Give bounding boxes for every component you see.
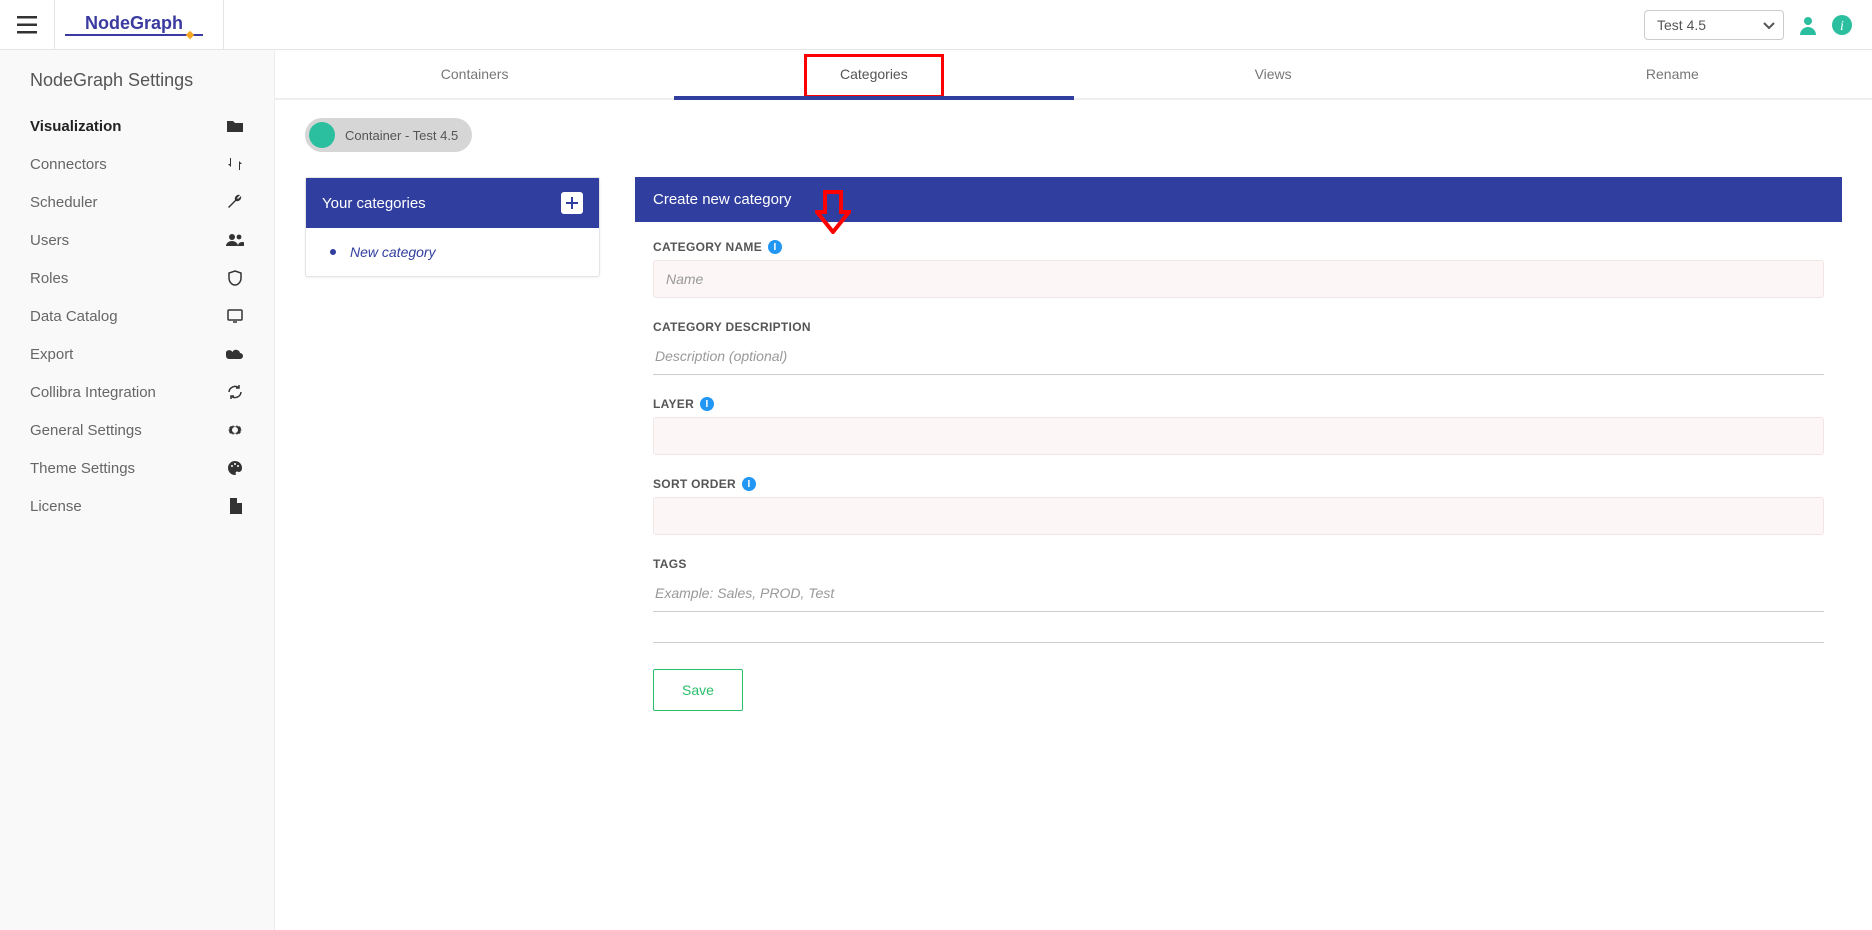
- sort-order-label: Sort Order i: [653, 477, 1824, 491]
- brand-prefix: Node: [85, 13, 130, 33]
- info-icon[interactable]: i: [700, 397, 714, 411]
- wrench-icon: [226, 193, 244, 211]
- cloud-icon: [226, 345, 244, 363]
- tab-categories[interactable]: Categories: [674, 50, 1073, 98]
- tab-label: Views: [1255, 66, 1292, 82]
- tab-label: Categories: [840, 66, 908, 82]
- swap-icon: [226, 155, 244, 173]
- environment-selected-value: Test 4.5: [1657, 17, 1706, 33]
- sync-icon: [226, 383, 244, 401]
- plus-icon: [566, 197, 578, 209]
- category-name-label: Category Name i: [653, 240, 1824, 254]
- sidebar-item-label: Export: [30, 346, 73, 363]
- shield-icon: [226, 269, 244, 287]
- form-divider: [653, 642, 1824, 643]
- tab-containers[interactable]: Containers: [275, 50, 674, 98]
- bullet-icon: [330, 249, 336, 255]
- category-name-input[interactable]: [653, 260, 1824, 298]
- menu-toggle-button[interactable]: [0, 0, 55, 50]
- hamburger-icon: [17, 16, 37, 34]
- user-profile-button[interactable]: [1796, 13, 1820, 37]
- sidebar-item-label: Visualization: [30, 118, 121, 135]
- tags-input[interactable]: [653, 577, 1824, 612]
- environment-select[interactable]: Test 4.5: [1644, 10, 1784, 40]
- tags-label: Tags: [653, 557, 1824, 571]
- folder-icon: [226, 117, 244, 135]
- user-icon: [1798, 15, 1818, 35]
- layer-label: Layer i: [653, 397, 1824, 411]
- sidebar-item-visualization[interactable]: Visualization: [0, 107, 274, 145]
- category-item-label: New category: [350, 244, 436, 260]
- sidebar-item-label: Roles: [30, 270, 68, 287]
- add-category-button[interactable]: [561, 192, 583, 214]
- sidebar-item-label: Collibra Integration: [30, 384, 156, 401]
- top-tabs: Containers Categories Views Rename: [275, 50, 1872, 100]
- svg-text:i: i: [1840, 19, 1844, 34]
- create-category-title: Create new category: [635, 177, 1842, 222]
- sidebar-item-license[interactable]: License: [0, 487, 274, 525]
- sidebar-item-scheduler[interactable]: Scheduler: [0, 183, 274, 221]
- tab-views[interactable]: Views: [1074, 50, 1473, 98]
- your-categories-title: Your categories: [322, 195, 426, 212]
- file-icon: [226, 497, 244, 515]
- main-panel: Containers Categories Views Rename Containe…: [275, 50, 1872, 930]
- category-description-label: Category Description: [653, 320, 1824, 334]
- tab-label: Containers: [441, 66, 509, 82]
- sidebar-item-label: License: [30, 498, 82, 515]
- sidebar-title: NodeGraph Settings: [0, 70, 274, 107]
- gear-icon: [226, 421, 244, 439]
- container-chip-row: Container - Test 4.5: [275, 100, 1872, 152]
- sidebar-item-label: Connectors: [30, 156, 107, 173]
- your-categories-card: Your categories New category: [305, 177, 600, 277]
- brand-suffix: Graph: [130, 13, 183, 33]
- container-chip[interactable]: Container - Test 4.5: [305, 118, 472, 152]
- sidebar-item-connectors[interactable]: Connectors: [0, 145, 274, 183]
- info-icon: i: [1832, 15, 1852, 35]
- app-header: NodeGraph Test 4.5 i: [0, 0, 1872, 50]
- chip-dot-icon: [309, 122, 335, 148]
- sidebar-item-label: General Settings: [30, 422, 142, 439]
- info-icon[interactable]: i: [768, 240, 782, 254]
- save-button[interactable]: Save: [653, 669, 743, 711]
- tab-label: Rename: [1646, 66, 1699, 82]
- sidebar-item-label: Theme Settings: [30, 460, 135, 477]
- create-category-card: Create new category Category Name i Cate…: [635, 177, 1842, 739]
- sidebar-item-data-catalog[interactable]: Data Catalog: [0, 297, 274, 335]
- settings-sidebar: NodeGraph Settings Visualization Connecto…: [0, 50, 275, 930]
- chip-label: Container - Test 4.5: [345, 128, 458, 143]
- sidebar-item-label: Scheduler: [30, 194, 98, 211]
- monitor-icon: [226, 307, 244, 325]
- tab-rename[interactable]: Rename: [1473, 50, 1872, 98]
- sidebar-item-users[interactable]: Users: [0, 221, 274, 259]
- categories-list: New category: [306, 228, 599, 276]
- sidebar-item-roles[interactable]: Roles: [0, 259, 274, 297]
- info-icon[interactable]: i: [742, 477, 756, 491]
- your-categories-header: Your categories: [306, 178, 599, 228]
- sidebar-item-theme-settings[interactable]: Theme Settings: [0, 449, 274, 487]
- sidebar-item-label: Data Catalog: [30, 308, 118, 325]
- layer-input[interactable]: [653, 417, 1824, 455]
- sidebar-item-label: Users: [30, 232, 69, 249]
- category-description-input[interactable]: [653, 340, 1824, 375]
- logo-accent-icon: [186, 31, 194, 39]
- sort-order-input[interactable]: [653, 497, 1824, 535]
- info-button[interactable]: i: [1830, 13, 1854, 37]
- palette-icon: [226, 459, 244, 477]
- logo-wrap: NodeGraph: [55, 0, 224, 50]
- sidebar-item-collibra-integration[interactable]: Collibra Integration: [0, 373, 274, 411]
- brand-logo[interactable]: NodeGraph: [65, 13, 203, 36]
- sidebar-item-export[interactable]: Export: [0, 335, 274, 373]
- category-item[interactable]: New category: [326, 244, 579, 260]
- users-icon: [226, 231, 244, 249]
- chevron-down-icon: [1763, 17, 1775, 33]
- sidebar-item-general-settings[interactable]: General Settings: [0, 411, 274, 449]
